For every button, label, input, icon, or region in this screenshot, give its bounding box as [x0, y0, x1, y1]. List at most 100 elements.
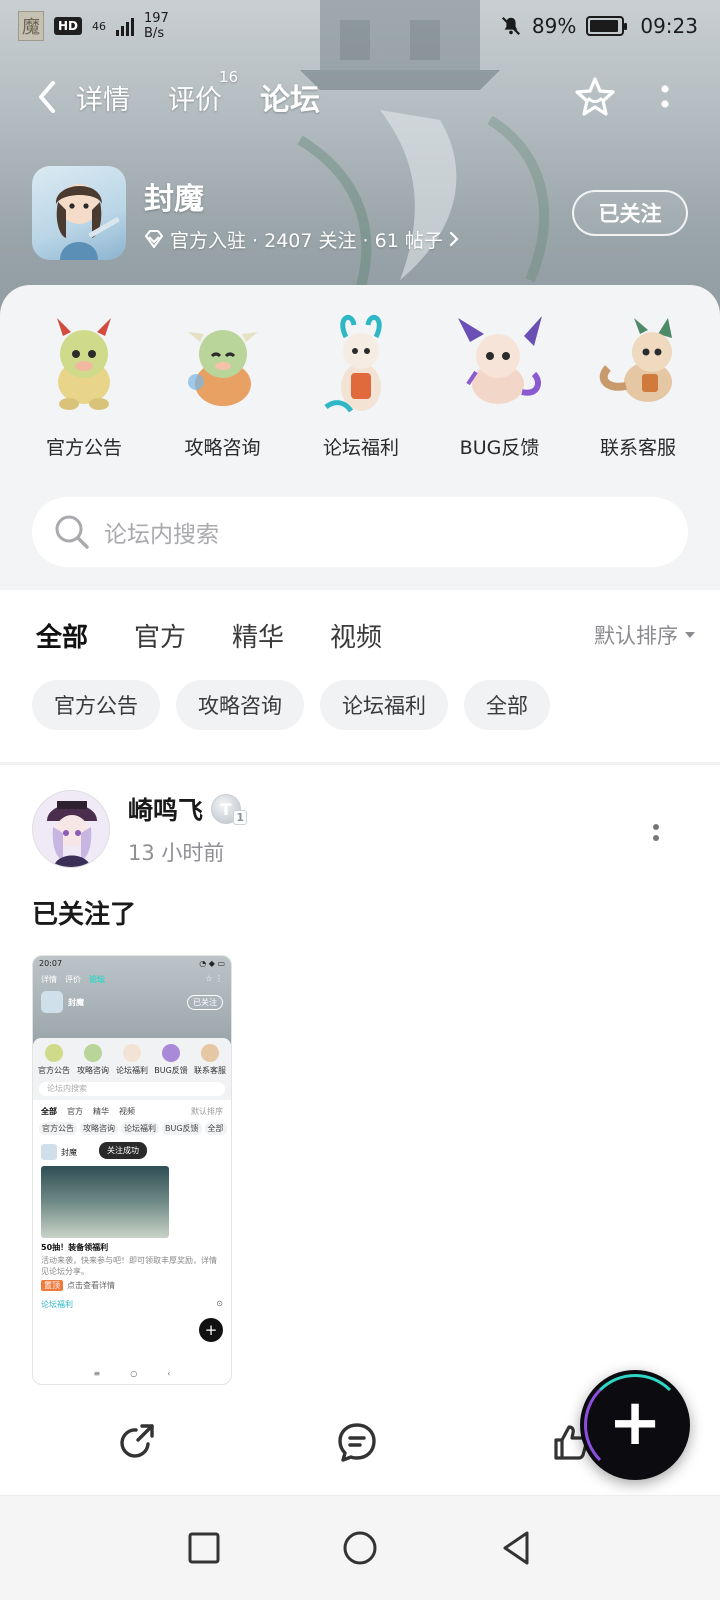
more-vertical-icon [661, 85, 669, 108]
section-divider [0, 762, 720, 765]
chip-official-notice[interactable]: 官方公告 [32, 680, 160, 730]
thumb-time: 20:07 [39, 959, 63, 968]
tab-forum[interactable]: 论坛 [260, 75, 320, 119]
thumb-chip: 攻略咨询 [80, 1122, 118, 1135]
comment-button[interactable] [332, 1417, 382, 1467]
thumb-tab: 论坛 [89, 975, 105, 984]
battery-percent: 89% [531, 14, 577, 38]
chip-guides[interactable]: 攻略咨询 [176, 680, 304, 730]
system-navigation-bar [0, 1495, 720, 1600]
tab-details[interactable]: 详情 [76, 78, 130, 117]
dragon-mascot-icon [450, 307, 550, 417]
dragon-mascot-icon [34, 307, 134, 417]
game-character-icon [55, 184, 120, 260]
thumb-filter: 官方 [67, 1107, 83, 1116]
chip-all[interactable]: 全部 [464, 680, 550, 730]
forum-search-input[interactable]: 论坛内搜索 [32, 497, 688, 567]
chip-welfare[interactable]: 论坛福利 [320, 680, 448, 730]
status-bar: 魔 HD 46 197 B/s 89% 09:23 [0, 0, 720, 52]
sort-dropdown[interactable]: 默认排序 [594, 620, 696, 650]
category-label: 论坛福利 [322, 437, 399, 459]
game-icon[interactable] [32, 166, 126, 260]
thumb-game-name: 封魔 [68, 997, 84, 1007]
recent-apps-icon[interactable] [187, 1531, 221, 1565]
thumb-follow: 已关注 [187, 994, 223, 1010]
filter-tab-official[interactable]: 官方 [134, 617, 186, 654]
thumb-header: 20:07 ◔ ◆ ▭ 详情 评价 论坛 ☆ ⋮ 封魔 已关注 [33, 956, 231, 1044]
followed-button[interactable]: 已关注 [572, 190, 688, 236]
filter-tab-video[interactable]: 视频 [330, 617, 382, 654]
create-post-button[interactable]: + [580, 1370, 690, 1480]
plus-icon: + [608, 1386, 662, 1460]
network-type: 46 [92, 19, 107, 33]
thumb-tag2: 点击查看详情 [67, 1281, 115, 1290]
category-chips: 官方公告 攻略咨询 论坛福利 全部 [32, 680, 550, 730]
tab-reviews[interactable]: 评价 16 [168, 68, 238, 117]
share-button[interactable] [113, 1417, 163, 1467]
battery-icon [586, 16, 628, 36]
category-customer-service[interactable]: 联系客服 [578, 307, 698, 460]
game-stats-text: 官方入驻 · 2407 关注 · 61 帖子 [170, 229, 443, 252]
sort-label: 默认排序 [594, 624, 678, 648]
thumb-post-desc: 活动来袭，快来参与吧！即可领取丰厚奖励，详情见论坛分享。 [41, 1256, 217, 1276]
thumb-post-title: 50抽！装备领福利 [41, 1243, 109, 1252]
comment-icon [338, 1423, 376, 1462]
category-welfare[interactable]: 论坛福利 [301, 307, 421, 460]
chevron-right-icon [449, 231, 459, 247]
thumb-tab: 详情 [41, 975, 57, 984]
dragon-mascot-icon [588, 307, 688, 417]
back-icon[interactable] [499, 1529, 533, 1567]
mute-bell-icon [501, 16, 520, 36]
filter-tab-featured[interactable]: 精华 [232, 617, 284, 654]
star-icon [575, 77, 615, 116]
category-label: 攻略咨询 [184, 437, 261, 459]
author-name[interactable]: 崎鸣飞 [128, 791, 203, 827]
clock: 09:23 [640, 14, 698, 38]
category-bug-report[interactable]: BUG反馈 [440, 307, 560, 460]
net-speed-value: 197 [144, 11, 169, 26]
thumb-chip: 全部 [204, 1122, 227, 1135]
thumb-cat: 官方公告 [38, 1066, 70, 1075]
game-title: 封魔 [144, 181, 204, 217]
level-badge-icon: T 1 [211, 794, 248, 825]
search-icon [55, 515, 89, 549]
category-label: 官方公告 [45, 437, 122, 459]
game-stats-link[interactable]: 官方入驻 · 2407 关注 · 61 帖子 [144, 226, 572, 253]
thumb-cat: 论坛福利 [116, 1066, 148, 1075]
post-image-thumbnail[interactable]: 20:07 ◔ ◆ ▭ 详情 评价 论坛 ☆ ⋮ 封魔 已关注 官方公告 攻略咨询… [32, 955, 232, 1385]
category-label: BUG反馈 [459, 437, 540, 459]
game-header: 封魔 官方入驻 · 2407 关注 · 61 帖子 已关注 [32, 165, 688, 261]
more-menu-button[interactable] [640, 72, 690, 122]
hd-indicator: HD [54, 17, 83, 35]
thumb-chip: 论坛福利 [121, 1122, 159, 1135]
thumb-filter: 视频 [119, 1107, 135, 1116]
diamond-verified-icon [145, 230, 163, 248]
post-more-button[interactable] [646, 812, 666, 852]
tab-reviews-label: 评价 [168, 84, 222, 116]
forum-post[interactable]: 崎鸣飞 T 1 13 小时前 已关注了 20:07 ◔ ◆ ▭ 详情 评价 论坛 … [32, 790, 688, 1385]
back-button[interactable] [36, 75, 76, 119]
thumb-sort: 默认排序 [191, 1107, 223, 1116]
category-label: 联系客服 [599, 437, 676, 459]
forum-board-panel: 官方公告 攻略咨询 论坛福利 BUG反馈 联系客服 论坛内搜索 [0, 285, 720, 590]
thumb-tab: 评价 [65, 975, 81, 984]
dragon-mascot-icon [173, 307, 273, 417]
filter-tab-all[interactable]: 全部 [36, 617, 88, 656]
avatar[interactable] [32, 790, 110, 868]
thumb-game-icon [41, 991, 63, 1013]
thumb-fab: + [199, 1318, 223, 1342]
thumb-post-author: 封魔 [61, 1147, 77, 1157]
post-filter-tabs: 全部 官方 精华 视频 默认排序 [36, 610, 696, 660]
category-guides[interactable]: 攻略咨询 [163, 307, 283, 460]
favorite-button[interactable] [570, 72, 620, 122]
thumb-toast: 关注成功 [99, 1142, 147, 1159]
share-icon [120, 1424, 154, 1458]
thumb-filter: 精华 [93, 1107, 109, 1116]
home-icon[interactable] [341, 1529, 379, 1567]
thumb-filter: 全部 [41, 1107, 57, 1116]
post-timestamp: 13 小时前 [128, 841, 225, 865]
reviews-count-badge: 16 [218, 67, 238, 86]
category-official-notice[interactable]: 官方公告 [24, 307, 144, 460]
net-speed: 197 B/s [144, 11, 169, 41]
dragon-mascot-icon [311, 307, 411, 417]
